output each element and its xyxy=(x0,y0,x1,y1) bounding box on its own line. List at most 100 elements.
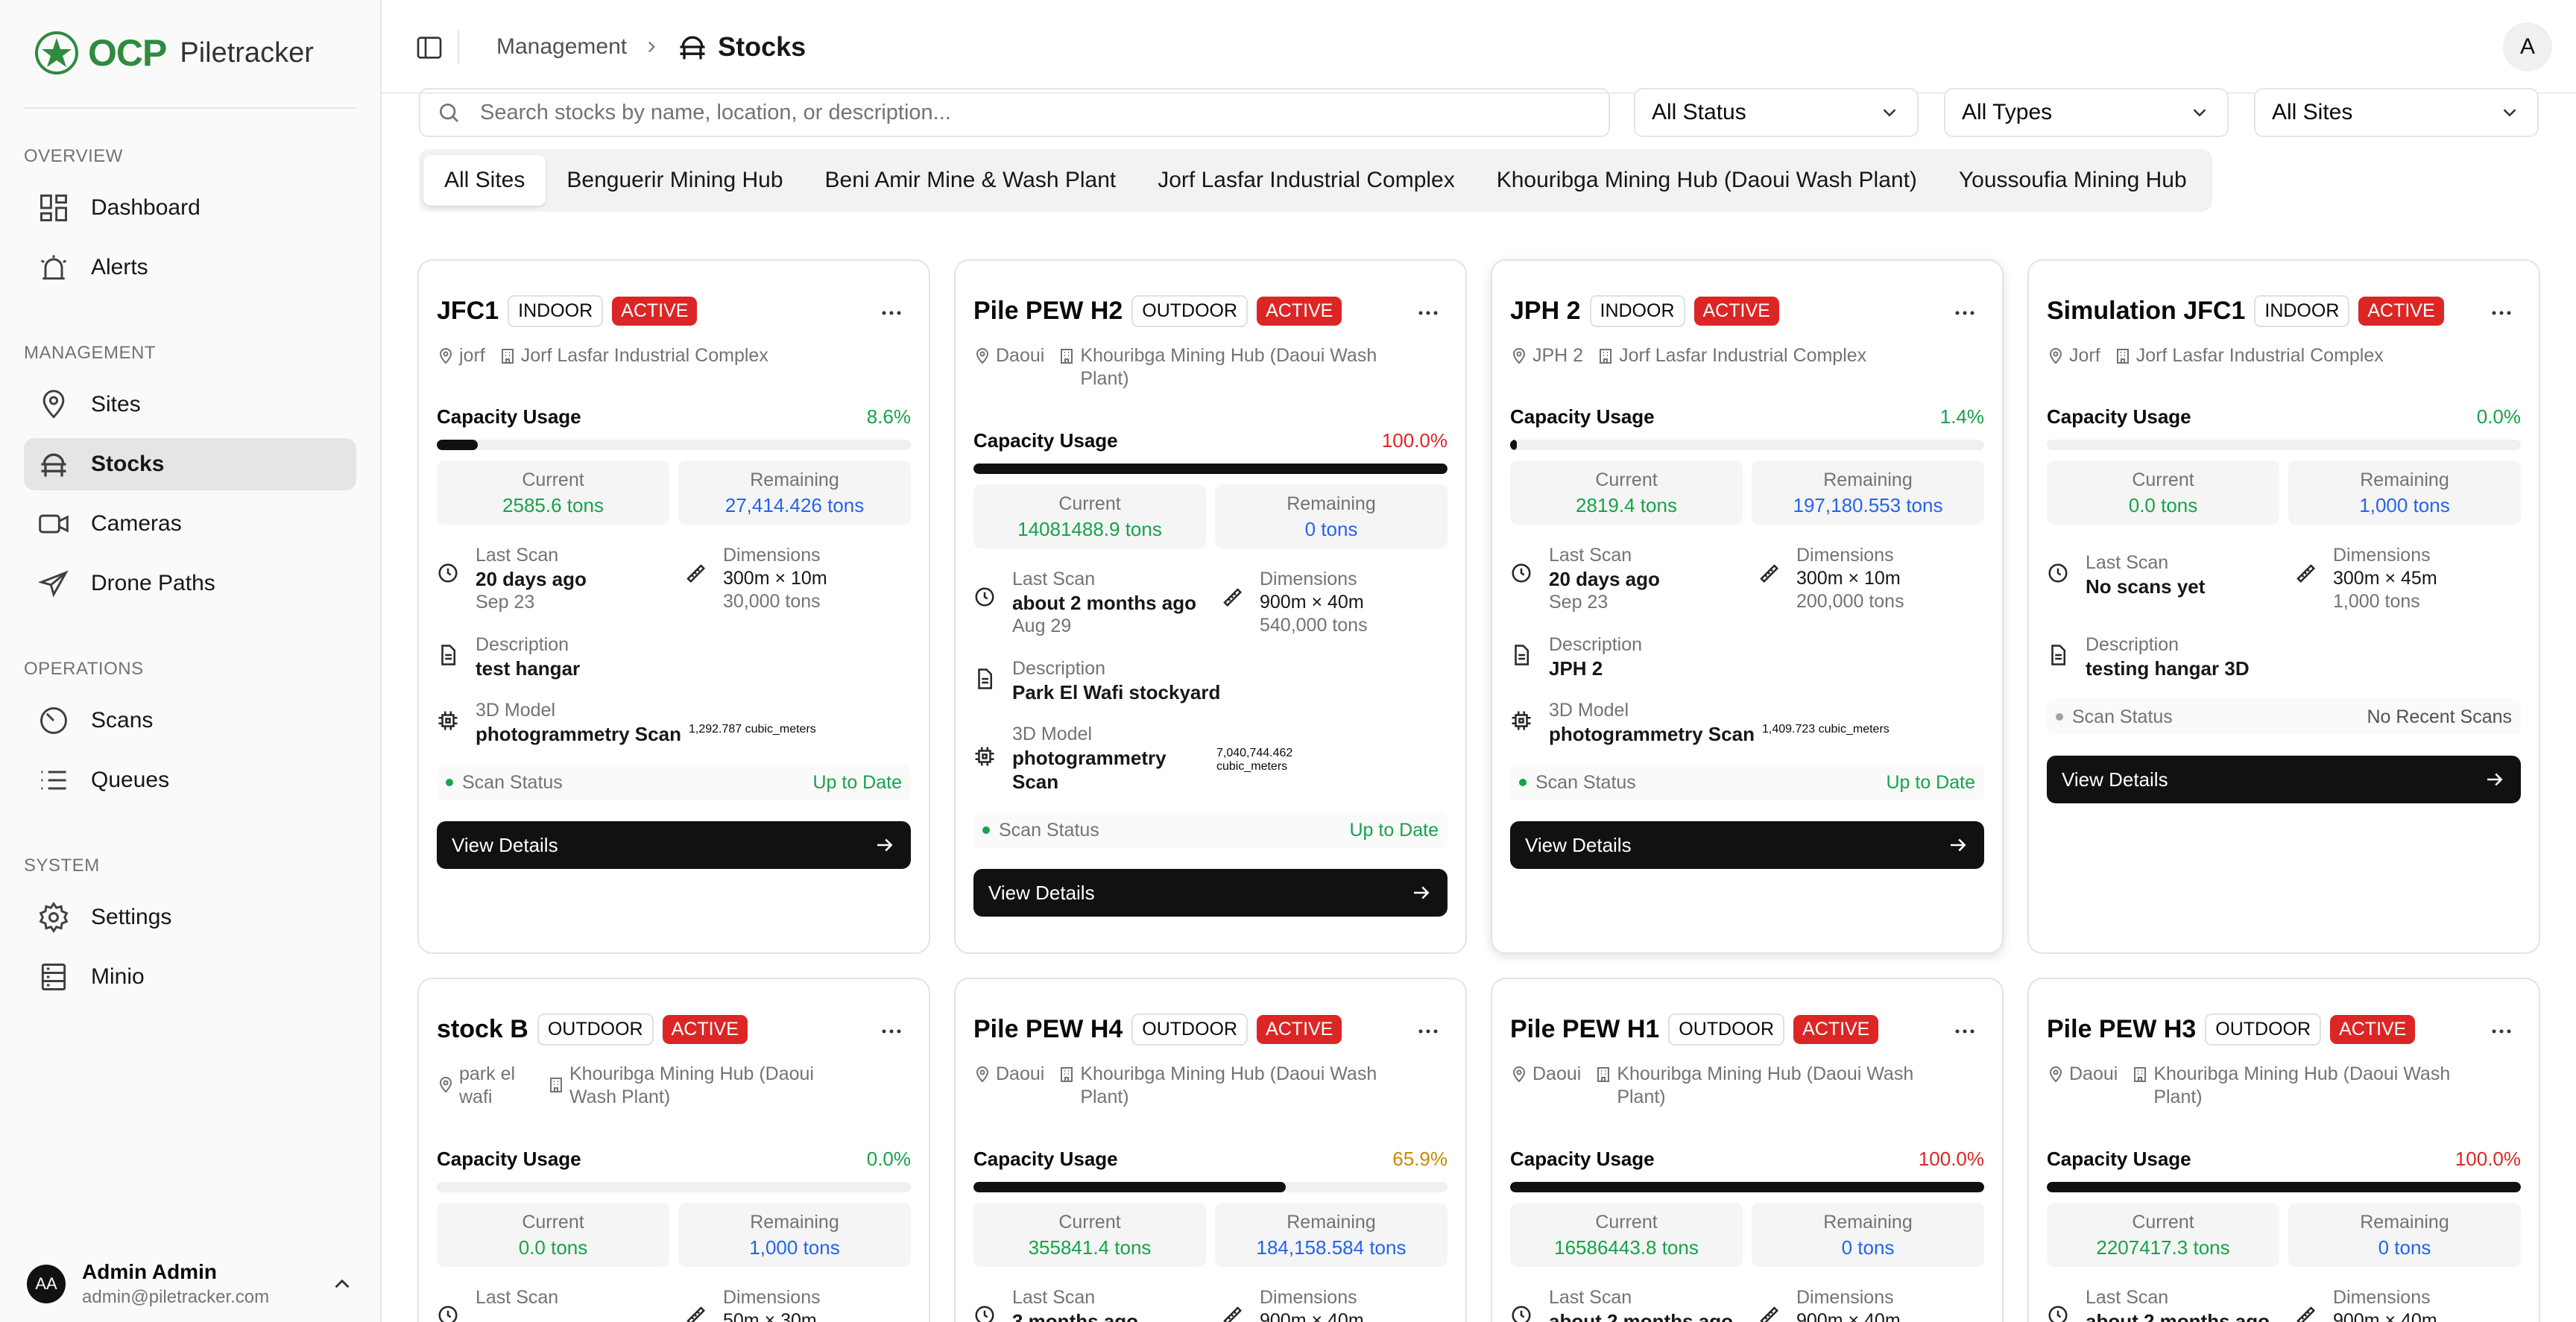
dimensions-tons: 200,000 tons xyxy=(1796,591,1904,612)
sidebar-item-minio[interactable]: Minio xyxy=(24,951,356,1003)
remaining-label: Remaining xyxy=(2360,1212,2449,1233)
remaining-stat: Remaining 0 tons xyxy=(1215,484,1448,548)
stock-name: JFC1 xyxy=(437,297,499,325)
view-details-button[interactable]: View Details xyxy=(437,821,911,869)
capacity-percent: 100.0% xyxy=(2455,1148,2521,1170)
view-details-button[interactable]: View Details xyxy=(1510,821,1984,869)
capacity-bar-fill xyxy=(973,464,1448,474)
sidebar-divider xyxy=(24,107,356,109)
arrow-right-icon xyxy=(1414,886,1430,899)
view-details-label: View Details xyxy=(988,881,1095,904)
status-filter-select[interactable]: All Status xyxy=(1634,88,1919,137)
sidebar-item-alerts[interactable]: Alerts xyxy=(24,241,356,294)
type-badge: OUTDOOR xyxy=(537,1013,654,1046)
stocks-icon xyxy=(41,453,66,477)
map-pin-icon xyxy=(439,1077,452,1093)
last-scan-label: Last Scan xyxy=(476,1287,559,1308)
tab-benguerir[interactable]: Benguerir Mining Hub xyxy=(546,155,804,206)
description-cell: Description Park El Wafi stockyard xyxy=(973,657,1220,704)
tab-youssoufia[interactable]: Youssoufia Mining Hub xyxy=(1938,155,2208,206)
group-label-system: SYSTEM xyxy=(24,855,100,876)
model-value: photogrammetry Scan xyxy=(1549,723,1755,745)
sidebar-item-dashboard[interactable]: Dashboard xyxy=(24,182,356,234)
more-options-icon[interactable] xyxy=(1413,1016,1443,1046)
description-value: testing hangar 3D xyxy=(2086,657,2250,680)
more-options-icon[interactable] xyxy=(1413,298,1443,328)
last-scan-value: about 2 months ago xyxy=(1549,1310,1733,1322)
model-value: photogrammetry Scan xyxy=(476,723,681,745)
arrow-right-icon xyxy=(2487,773,2503,786)
remaining-value: 184,158.584 tons xyxy=(1256,1236,1407,1259)
breadcrumb-management[interactable]: Management xyxy=(496,34,627,60)
sidebar-toggle-icon[interactable] xyxy=(414,33,444,63)
top-header: Management Stocks A xyxy=(382,0,2576,94)
current-value: 2819.4 tons xyxy=(1576,494,1677,516)
dimensions-label: Dimensions xyxy=(1260,569,1357,589)
type-badge: OUTDOOR xyxy=(1131,1013,1248,1046)
view-details-button[interactable]: View Details xyxy=(2047,756,2521,803)
model-label: 3D Model xyxy=(1012,724,1092,744)
location-name: Daoui xyxy=(2069,1063,2118,1084)
last-scan-date: Sep 23 xyxy=(476,592,535,613)
capacity-percent: 0.0% xyxy=(866,1148,911,1170)
more-options-icon[interactable] xyxy=(2487,1016,2516,1046)
current-stat: Current 2819.4 tons xyxy=(1510,461,1743,525)
search-input[interactable] xyxy=(480,100,1524,125)
model-label: 3D Model xyxy=(476,700,555,721)
chip-icon xyxy=(438,711,458,730)
dimensions-cell: Dimensions 300m × 45m 1,000 tons xyxy=(2294,544,2437,613)
scan-status-value: Up to Date xyxy=(812,771,902,793)
document-icon xyxy=(978,668,992,689)
user-menu[interactable]: AA Admin Admin admin@piletracker.com xyxy=(27,1258,355,1310)
tab-khouribga[interactable]: Khouribga Mining Hub (Daoui Wash Plant) xyxy=(1476,155,1938,206)
stock-location: Daoui Khouribga Mining Hub (Daoui Wash P… xyxy=(1510,1063,1972,1109)
chevron-down-icon xyxy=(2193,109,2206,117)
last-scan-label: Last Scan xyxy=(1012,1287,1096,1308)
clock-icon xyxy=(2048,1306,2068,1322)
card-header: JFC1 INDOOR ACTIVE xyxy=(437,295,706,327)
scan-status-value: Up to Date xyxy=(1886,771,1975,793)
capacity-label: Capacity Usage xyxy=(1510,405,1655,428)
type-filter-select[interactable]: All Types xyxy=(1944,88,2229,137)
description-row: Description Park El Wafi stockyard xyxy=(973,657,1448,705)
document-icon xyxy=(1515,645,1529,665)
sidebar-item-drone-paths[interactable]: Drone Paths xyxy=(24,557,356,610)
scan-status-row: Scan Status No Recent Scans xyxy=(2047,699,2521,735)
current-label: Current xyxy=(1595,469,1658,490)
tab-beni-amir[interactable]: Beni Amir Mine & Wash Plant xyxy=(804,155,1137,206)
header-avatar[interactable]: A xyxy=(2503,22,2552,72)
sidebar-item-stocks[interactable]: Stocks xyxy=(24,438,356,490)
capacity-bar xyxy=(973,1182,1448,1192)
remaining-label: Remaining xyxy=(750,469,839,490)
site-filter-value: All Sites xyxy=(2272,100,2353,124)
more-options-icon[interactable] xyxy=(2487,298,2516,328)
sidebar-item-queues[interactable]: Queues xyxy=(24,754,356,806)
remaining-value: 1,000 tons xyxy=(749,1236,840,1259)
sidebar-item-cameras[interactable]: Cameras xyxy=(24,498,356,550)
current-label: Current xyxy=(1595,1212,1658,1233)
clock-icon xyxy=(975,1306,994,1322)
sidebar-item-settings[interactable]: Settings xyxy=(24,891,356,943)
more-options-icon[interactable] xyxy=(1950,298,1980,328)
capacity-usage-row: Capacity Usage 65.9% xyxy=(973,1148,1448,1171)
stock-name: Simulation JFC1 xyxy=(2047,297,2246,325)
description-cell: Description test hangar xyxy=(437,633,580,680)
storage-icon xyxy=(41,964,66,990)
sidebar-item-sites[interactable]: Sites xyxy=(24,379,356,431)
site-filter-select[interactable]: All Sites xyxy=(2254,88,2539,137)
dimensions-cell: Dimensions 900m × 40m xyxy=(2294,1286,2437,1322)
more-options-icon[interactable] xyxy=(1950,1016,1980,1046)
scan-dimensions-row: Last Scan Dimensions 50m × 30m xyxy=(437,1286,911,1322)
sidebar-item-scans[interactable]: Scans xyxy=(24,695,356,747)
view-details-button[interactable]: View Details xyxy=(973,869,1448,917)
chevron-down-icon xyxy=(2503,109,2516,117)
more-options-icon[interactable] xyxy=(877,298,906,328)
capacity-bar xyxy=(2047,440,2521,450)
tab-jorf-lasfar[interactable]: Jorf Lasfar Industrial Complex xyxy=(1137,155,1476,206)
capacity-bar-fill xyxy=(1510,440,1517,450)
app-logo[interactable]: OCP Piletracker xyxy=(33,27,314,79)
more-options-icon[interactable] xyxy=(877,1016,906,1046)
ruler-icon xyxy=(1223,1306,1243,1322)
building-icon xyxy=(1600,349,1612,364)
tab-all-sites[interactable]: All Sites xyxy=(423,155,546,206)
